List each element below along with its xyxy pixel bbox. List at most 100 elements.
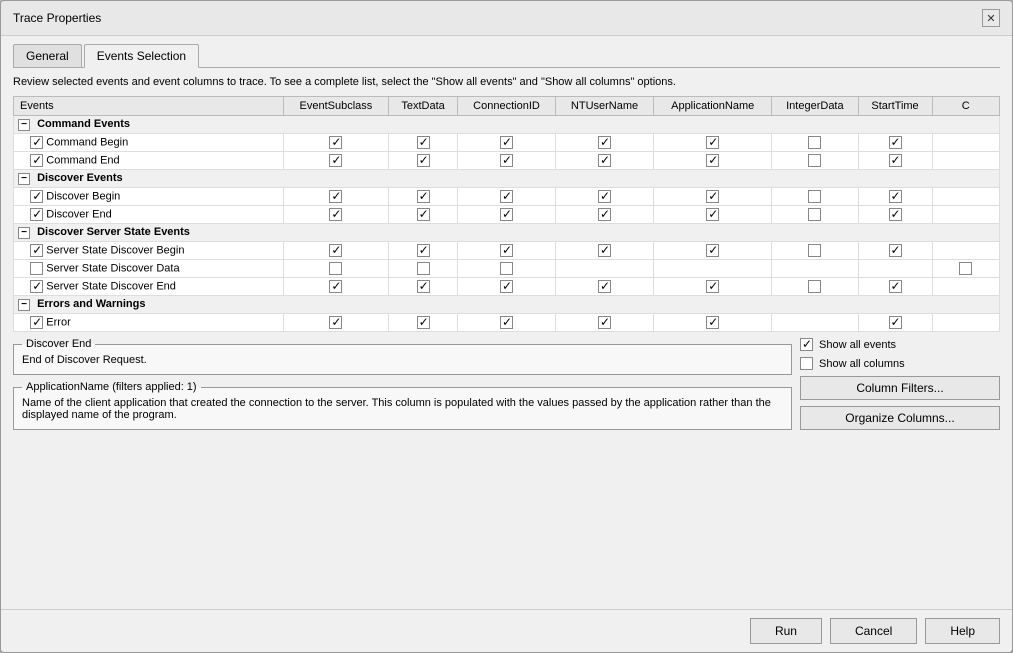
close-button[interactable]: ✕ [982, 9, 1000, 27]
table-row: Command Begin [14, 134, 1000, 152]
page-description: Review selected events and event columns… [13, 76, 1000, 88]
check-cell[interactable] [283, 188, 388, 206]
tab-general[interactable]: General [13, 44, 82, 67]
event-name: Discover End [14, 206, 284, 224]
check-cell[interactable] [654, 260, 772, 278]
check-cell[interactable] [458, 314, 556, 332]
check-cell[interactable] [858, 134, 932, 152]
group-expand-errors[interactable]: − [18, 299, 30, 311]
check-cell[interactable] [283, 134, 388, 152]
check-cell[interactable] [555, 134, 653, 152]
check-cell[interactable] [654, 206, 772, 224]
check-cell[interactable] [283, 260, 388, 278]
cancel-button[interactable]: Cancel [830, 618, 917, 644]
check-cell[interactable] [858, 242, 932, 260]
check-cell[interactable] [654, 188, 772, 206]
check-cell[interactable] [283, 206, 388, 224]
check-cell[interactable] [555, 314, 653, 332]
check-cell[interactable] [283, 278, 388, 296]
show-all-events-checkbox[interactable] [800, 338, 813, 351]
check-cell[interactable] [388, 278, 457, 296]
row-check-ssde[interactable] [30, 280, 43, 293]
check-cell[interactable] [388, 134, 457, 152]
check-cell[interactable] [932, 134, 1000, 152]
check-cell[interactable] [555, 278, 653, 296]
check-cell[interactable] [388, 188, 457, 206]
check-cell[interactable] [458, 242, 556, 260]
event-name: Server State Discover End [14, 278, 284, 296]
check-cell[interactable] [555, 260, 653, 278]
check-cell[interactable] [858, 278, 932, 296]
trace-properties-dialog: Trace Properties ✕ General Events Select… [0, 0, 1013, 653]
check-cell[interactable] [654, 314, 772, 332]
row-check-ssdd[interactable] [30, 262, 43, 275]
check-cell[interactable] [772, 260, 858, 278]
row-check-ssdb[interactable] [30, 244, 43, 257]
check-cell[interactable] [932, 314, 1000, 332]
check-cell[interactable] [654, 134, 772, 152]
check-cell[interactable] [858, 314, 932, 332]
check-cell[interactable] [388, 206, 457, 224]
show-all-events-row[interactable]: Show all events [800, 338, 1000, 351]
group-expand-discover[interactable]: − [18, 173, 30, 185]
check-cell[interactable] [772, 314, 858, 332]
check-cell[interactable] [654, 278, 772, 296]
check-cell[interactable] [388, 242, 457, 260]
event-name: Error [14, 314, 284, 332]
row-check-error[interactable] [30, 316, 43, 329]
col-header-integerdata: IntegerData [772, 97, 858, 116]
check-cell[interactable] [932, 188, 1000, 206]
help-button[interactable]: Help [925, 618, 1000, 644]
event-name: Server State Discover Begin [14, 242, 284, 260]
check-cell[interactable] [555, 152, 653, 170]
row-check-command-begin[interactable] [30, 136, 43, 149]
table-row: Error [14, 314, 1000, 332]
check-cell[interactable] [555, 242, 653, 260]
run-button[interactable]: Run [750, 618, 822, 644]
check-cell[interactable] [772, 188, 858, 206]
check-cell[interactable] [458, 278, 556, 296]
check-cell[interactable] [772, 134, 858, 152]
show-all-columns-row[interactable]: Show all columns [800, 357, 1000, 370]
column-filters-button[interactable]: Column Filters... [800, 376, 1000, 400]
row-check-command-end[interactable] [30, 154, 43, 167]
table-row: Discover Begin [14, 188, 1000, 206]
check-cell[interactable] [932, 278, 1000, 296]
group-expand-command[interactable]: − [18, 119, 30, 131]
row-check-discover-end[interactable] [30, 208, 43, 221]
check-cell[interactable] [772, 278, 858, 296]
check-cell[interactable] [458, 188, 556, 206]
check-cell[interactable] [458, 152, 556, 170]
row-check-discover-begin[interactable] [30, 190, 43, 203]
show-all-columns-checkbox[interactable] [800, 357, 813, 370]
check-cell[interactable] [932, 242, 1000, 260]
check-cell[interactable] [283, 314, 388, 332]
check-cell[interactable] [458, 206, 556, 224]
events-table-container[interactable]: Events EventSubclass TextData Connection… [13, 96, 1000, 332]
check-cell[interactable] [932, 152, 1000, 170]
check-cell[interactable] [858, 188, 932, 206]
check-cell[interactable] [858, 206, 932, 224]
check-cell[interactable] [458, 260, 556, 278]
check-cell[interactable] [388, 260, 457, 278]
table-row: − Discover Server State Events [14, 224, 1000, 242]
check-cell[interactable] [458, 134, 556, 152]
check-cell[interactable] [283, 242, 388, 260]
check-cell[interactable] [388, 152, 457, 170]
check-cell[interactable] [555, 188, 653, 206]
check-cell[interactable] [772, 152, 858, 170]
check-cell[interactable] [654, 152, 772, 170]
check-cell[interactable] [283, 152, 388, 170]
check-cell[interactable] [772, 206, 858, 224]
check-cell[interactable] [932, 260, 1000, 278]
check-cell[interactable] [858, 260, 932, 278]
check-cell[interactable] [772, 242, 858, 260]
check-cell[interactable] [555, 206, 653, 224]
organize-columns-button[interactable]: Organize Columns... [800, 406, 1000, 430]
check-cell[interactable] [858, 152, 932, 170]
group-expand-server-state[interactable]: − [18, 227, 30, 239]
check-cell[interactable] [388, 314, 457, 332]
check-cell[interactable] [932, 206, 1000, 224]
tab-events-selection[interactable]: Events Selection [84, 44, 199, 68]
check-cell[interactable] [654, 242, 772, 260]
